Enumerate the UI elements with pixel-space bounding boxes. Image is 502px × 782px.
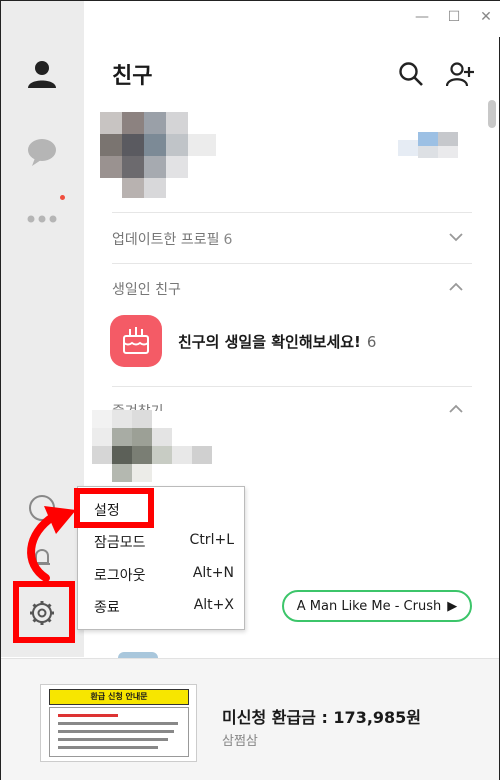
ad-subtitle: 삼쩜삼 — [222, 734, 258, 749]
birthday-banner-text: 친구의 생일을 확인해보세요! — [178, 333, 361, 351]
search-icon — [399, 62, 423, 86]
section-label: 업데이트한 프로필 — [112, 232, 220, 248]
page-title: 친구 — [112, 64, 153, 89]
menu-item-shortcut: Ctrl+L — [189, 532, 234, 548]
menu-item-quit[interactable]: 종료 Alt+X — [94, 597, 234, 617]
birthday-banner[interactable]: 친구의 생일을 확인해보세요! 6 — [178, 331, 376, 352]
add-friend-icon — [446, 62, 474, 87]
chat-icon — [28, 139, 56, 166]
divider — [112, 386, 472, 387]
annotation-arrow — [27, 506, 76, 582]
menu-item-logout[interactable]: 로그아웃 Alt+N — [94, 565, 234, 585]
divider — [112, 263, 472, 264]
title-bar: — ☐ ✕ — [84, 1, 500, 37]
more-tab[interactable] — [25, 195, 65, 235]
minimize-button[interactable]: — — [414, 9, 430, 25]
updated-profiles-header[interactable]: 업데이트한 프로필 6 — [112, 229, 232, 249]
menu-item-shortcut: Alt+N — [192, 565, 234, 581]
birthday-count: 6 — [366, 333, 377, 351]
birthday-banner-icon[interactable] — [110, 315, 162, 367]
menu-item-lock-mode[interactable]: 잠금모드 Ctrl+L — [94, 532, 234, 552]
ad-thumbnail-body — [49, 707, 189, 757]
menu-item-label: 로그아웃 — [94, 568, 146, 584]
cake-icon — [123, 327, 149, 354]
highlight-settings-button — [13, 581, 75, 643]
my-profile-avatar[interactable] — [100, 112, 220, 198]
section-count: 6 — [223, 232, 233, 248]
chevron-up-icon[interactable] — [447, 278, 465, 296]
notification-dot — [60, 195, 65, 200]
profile-music-button[interactable]: A Man Like Me - Crush ▶ — [282, 590, 472, 622]
maximize-button[interactable]: ☐ — [446, 9, 462, 25]
music-label: A Man Like Me - Crush — [296, 598, 442, 614]
search-button[interactable] — [396, 59, 426, 89]
menu-item-shortcut: Alt+X — [193, 597, 234, 613]
friends-tab[interactable] — [25, 57, 59, 91]
play-icon: ▶ — [447, 598, 458, 614]
highlight-settings-menu-item — [74, 488, 154, 528]
chats-tab[interactable] — [25, 135, 59, 169]
chevron-up-icon[interactable] — [447, 400, 465, 418]
ad-thumbnail-title: 환급 신청 안내문 — [49, 689, 189, 705]
scrollbar[interactable] — [488, 100, 496, 128]
more-icon — [27, 215, 57, 223]
birthday-header[interactable]: 생일인 친구 — [112, 279, 181, 299]
menu-item-label: 종료 — [94, 600, 120, 616]
close-button[interactable]: ✕ — [478, 9, 494, 25]
divider — [112, 212, 472, 213]
favorite-friend-avatar[interactable] — [92, 410, 222, 482]
menu-item-label: 잠금모드 — [94, 535, 146, 551]
ad-thumbnail[interactable]: 환급 신청 안내문 — [40, 684, 197, 762]
person-icon — [28, 61, 56, 88]
ad-title[interactable]: 미신청 환급금 : 173,985원 — [222, 704, 421, 728]
chevron-down-icon[interactable] — [447, 228, 465, 246]
my-profile-music[interactable] — [398, 132, 470, 158]
add-friend-button[interactable] — [446, 59, 476, 89]
